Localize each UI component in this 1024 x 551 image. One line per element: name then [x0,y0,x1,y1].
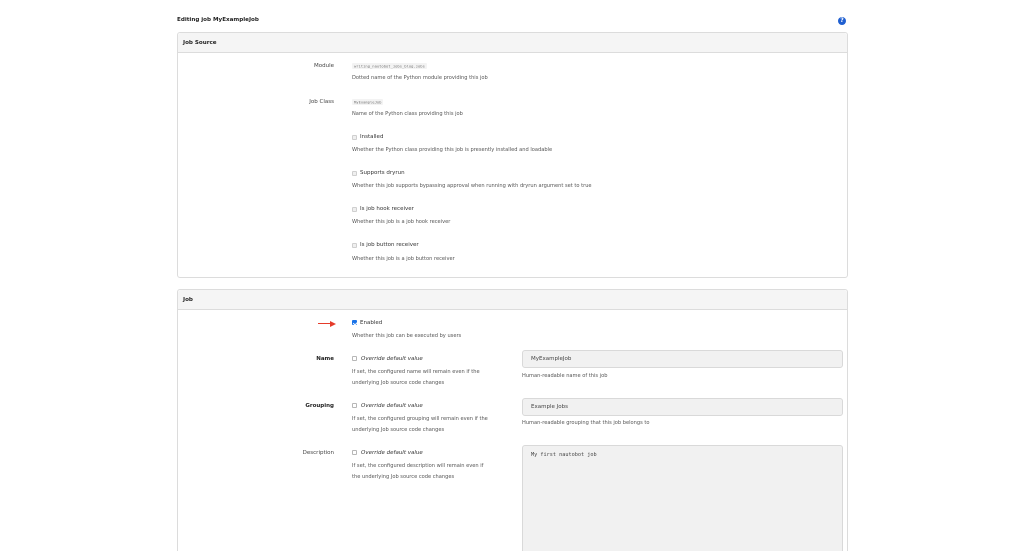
module-code: writing_nautobot_jobs_blog.jobs [352,62,427,69]
job-hook-receiver-checkbox [352,207,357,212]
description-override-checkbox[interactable] [352,450,357,455]
description-textarea[interactable]: My first nautobot job [522,445,843,551]
job-class-code: MyExampleJob [352,98,384,105]
grouping-label: Grouping [305,403,334,409]
supports-dryrun-label: Supports dryrun [360,170,405,176]
installed-help: Whether the Python class providing this … [352,147,553,153]
module-value: writing_nautobot_jobs_blog.jobs [352,62,427,69]
description-label: Description [302,450,334,456]
grouping-input[interactable]: Example Jobs [522,398,843,416]
enabled-help: Whether this job can be executed by user… [352,333,462,339]
grouping-override-help-line1: If set, the configured grouping will rem… [352,416,488,422]
name-help: Human-readable name of this job [522,373,608,379]
job-button-receiver-help: Whether this job is a job button receive… [352,256,455,262]
job-hook-receiver-help: Whether this job is a job hook receiver [352,219,451,225]
module-help: Dotted name of the Python module providi… [352,75,488,81]
job-button-receiver-label: Is job button receiver [360,242,419,248]
installed-label: Installed [360,134,384,140]
job-class-value: MyExampleJob [352,98,384,105]
grouping-override-label: Override default value [361,403,423,409]
name-input[interactable]: MyExampleJob [522,350,843,368]
installed-checkbox [352,135,357,140]
description-override-help-line1: If set, the configured description will … [352,463,484,469]
grouping-override-checkbox[interactable] [352,403,357,408]
grouping-help: Human-readable grouping that this job be… [522,420,650,426]
job-class-label: Job Class [309,99,334,105]
grouping-override-help-line2: underlying Job source code changes [352,427,445,433]
supports-dryrun-help: Whether this job supports bypassing appr… [352,183,592,189]
job-hook-receiver-label: Is job hook receiver [360,206,414,212]
name-override-checkbox[interactable] [352,356,357,361]
description-override-help-line2: the underlying Job source code changes [352,474,455,480]
module-label: Module [314,63,334,69]
page-title: Editing job MyExampleJob [177,17,259,23]
name-override-label: Override default value [361,356,423,362]
job-button-receiver-checkbox [352,243,357,248]
enabled-label: Enabled [360,320,383,326]
name-override-help-line1: If set, the configured name will remain … [352,369,480,375]
name-label: Name [316,356,334,362]
name-override-help-line2: underlying Job source code changes [352,380,445,386]
question-icon[interactable]: ? [838,17,846,25]
description-override-label: Override default value [361,450,423,456]
red-arrow-head-icon [330,320,336,327]
supports-dryrun-checkbox [352,171,357,176]
enabled-checkbox[interactable] [352,320,357,325]
job-heading: Job [178,290,847,310]
job-class-help: Name of the Python class providing this … [352,111,463,117]
job-source-heading: Job Source [178,33,847,53]
